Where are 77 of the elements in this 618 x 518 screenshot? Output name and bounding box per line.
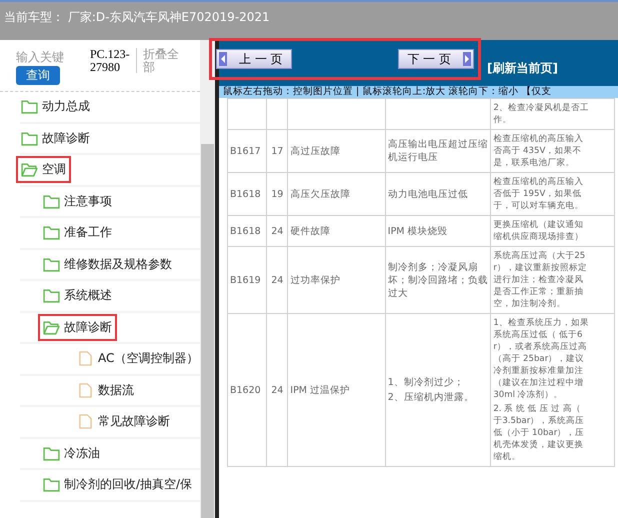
table-cell: 硬件故障 bbox=[288, 216, 386, 246]
table-cell: 高过压故障 bbox=[288, 130, 386, 172]
table-cell: 17 bbox=[266, 130, 288, 172]
table-cell: 高压欠压故障 bbox=[288, 172, 386, 216]
tree-item[interactable]: 数据流 bbox=[72, 376, 139, 404]
right-arrow-icon bbox=[463, 52, 471, 66]
solution-text-line: 冷剂重新按标准量加注 bbox=[493, 365, 584, 377]
next-page-button[interactable]: 下 一 页 bbox=[398, 49, 474, 69]
table-cell: 24 bbox=[266, 314, 288, 466]
tree-item[interactable]: 空调 bbox=[16, 156, 71, 184]
solution-text-line: 1、检查系统压力，如果 bbox=[493, 317, 590, 329]
table-cell: B1618 bbox=[228, 216, 267, 246]
table-cell: B1619 bbox=[228, 246, 267, 314]
table-cell: 19 bbox=[266, 172, 288, 216]
code-label: PC.123-27980 bbox=[90, 48, 137, 74]
table-cell: 24 bbox=[266, 246, 288, 314]
solution-text-line: 低（小于 10bar），压 bbox=[493, 427, 586, 439]
document-icon bbox=[77, 351, 94, 366]
solution-text-line: r），建议重新按照标定 bbox=[493, 262, 588, 274]
solution-text-line: 30ml 冷冻剂）。 bbox=[493, 389, 564, 401]
previous-page-button[interactable]: 上 一 页 bbox=[216, 49, 292, 69]
tree-item[interactable]: 常见故障诊断 bbox=[72, 408, 175, 436]
table-cell: 24 bbox=[266, 216, 288, 246]
search-button[interactable]: 查询 bbox=[16, 66, 60, 85]
scrollbar[interactable] bbox=[200, 40, 215, 518]
table-cell: B1620 bbox=[228, 314, 267, 466]
solution-text-line: 2、检查冷凝风机是否工 bbox=[493, 102, 590, 114]
table-cell: B1617 bbox=[228, 130, 267, 172]
cause-text: 2、压缩机内泄露。 bbox=[388, 391, 475, 404]
cause-text: 高压输出电压超过压缩机运行电压 bbox=[388, 138, 488, 164]
solution-text-line: （建议在加注过程中增 bbox=[493, 377, 584, 389]
left-arrow-icon bbox=[219, 52, 227, 66]
tree-item[interactable]: 系统概述 bbox=[38, 282, 117, 310]
solution-text-line: 系统高压过低（ 低于6 bbox=[493, 329, 584, 341]
cause-text: 制冷剂多；冷凝风扇坏；制冷回路堵；负载过大 bbox=[388, 260, 488, 300]
solution-text-line: 进行加注；检查冷凝风 bbox=[493, 274, 584, 286]
tree-item[interactable]: 维修数据及规格参数 bbox=[38, 250, 177, 278]
solution-text-line: 作。 bbox=[493, 114, 512, 126]
refresh-page-link[interactable]: [刷新当前页] bbox=[487, 60, 558, 76]
document-icon bbox=[77, 414, 94, 430]
table-cell bbox=[228, 98, 267, 130]
cause-text: 动力电池电压过低 bbox=[388, 188, 469, 200]
table-cell: 过功率保护 bbox=[288, 246, 386, 314]
solution-text-line: 系统高压过高（大于25 bbox=[493, 250, 586, 262]
solution-text-line: 是，联系电池厂家。 bbox=[493, 157, 576, 169]
table-cell: B1618 bbox=[228, 172, 267, 216]
solution-text-line: 缩机。 bbox=[493, 451, 522, 463]
solution-text-line: 检查压缩机的高压输入 bbox=[493, 133, 584, 145]
tree-item[interactable]: 注意事项 bbox=[38, 188, 117, 215]
tree-item[interactable]: 故障诊断 bbox=[38, 314, 117, 341]
hint-text: 鼠标左右拖动：控制图片位置 | 鼠标滚轮向上:放大 滚轮向下：缩小 【仅支 bbox=[223, 86, 552, 97]
table-cell: IPM 过温保护 bbox=[288, 314, 386, 466]
solution-text-line: 机壳体发烫，建议更换 bbox=[493, 439, 584, 451]
solution-text-line: 2. 系 统 低 压 过 高（ bbox=[493, 403, 582, 415]
solution-text-line: r），或者系统高压过高 bbox=[493, 341, 588, 353]
solution-text-line: 空，加注制冷剂。 bbox=[493, 298, 566, 310]
solution-text-line: 缩机供应商现场排查） bbox=[493, 231, 584, 243]
document-icon bbox=[77, 382, 94, 398]
solution-text-line: 否低于 195V，如果低 bbox=[493, 188, 582, 200]
solution-text-line: 于，可以对车辆充电。 bbox=[493, 200, 584, 212]
solution-text-line: （高于 25bar），建议 bbox=[493, 353, 586, 365]
solution-text-line: 否高于 435V，如果不 bbox=[493, 145, 582, 157]
cause-text: IPM 模块烧毁 bbox=[388, 224, 449, 238]
tree-item[interactable]: 制冷剂的回收/抽真空/保 bbox=[38, 471, 198, 498]
tree-item[interactable]: 动力总成 bbox=[16, 93, 95, 120]
tree-item[interactable]: 冷冻油 bbox=[38, 440, 105, 467]
tree-item[interactable]: 准备工作 bbox=[38, 219, 117, 246]
scrollbar-thumb[interactable] bbox=[201, 144, 214, 518]
solution-text-line: 更换压缩机（建议通知 bbox=[493, 219, 584, 231]
solution-text-line: 于3.5bar），系统高压 bbox=[493, 415, 586, 427]
solution-text-line: 检查压缩机的高压输入 bbox=[493, 176, 584, 188]
tree-item[interactable]: AC（空调控制器） bbox=[72, 345, 200, 372]
solution-text-line: 是否工作正常；重新抽 bbox=[493, 286, 584, 298]
table-cell bbox=[266, 98, 288, 130]
tree-item[interactable]: 故障诊断 bbox=[16, 124, 95, 152]
car-model-title: 当前车型： 厂家:D-东风汽车风神E702019-2021 bbox=[4, 10, 270, 24]
cause-text: 1、制冷剂过少； bbox=[388, 376, 465, 389]
